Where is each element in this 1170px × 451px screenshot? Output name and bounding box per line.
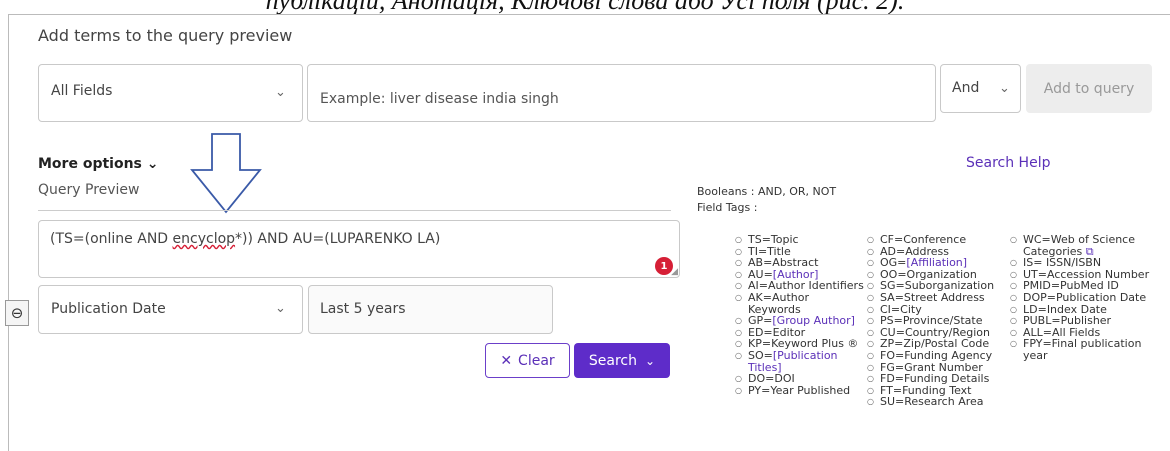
page-title: Add terms to the query preview [38, 26, 293, 45]
search-input[interactable]: Example: liver disease india singh [307, 64, 936, 122]
search-button[interactable]: Search ⌄ [574, 343, 670, 378]
booleans-info: Booleans : AND, OR, NOT Field Tags : [697, 184, 836, 216]
field-tag-text: FPY=Final publication year [1023, 337, 1142, 362]
filter-value-select[interactable]: Last 5 years [308, 285, 553, 334]
operator-select-value: And [952, 80, 980, 96]
search-help-link[interactable]: Search Help [966, 155, 1050, 171]
add-to-query-button[interactable]: Add to query [1026, 64, 1152, 113]
query-preview-textarea[interactable]: (TS=(online AND encyclop*)) AND AU=(LUPA… [38, 220, 680, 278]
field-tags-column-3: WC=Web of Science Categories ⧉IS= ISSN/I… [1010, 234, 1162, 362]
search-input-placeholder: Example: liver disease india singh [320, 91, 559, 107]
chevron-down-icon: ⌄ [146, 156, 159, 172]
down-arrow-icon [190, 133, 262, 214]
chevron-down-icon: ⌄ [999, 81, 1010, 96]
field-tag-item: AK=Author Keywords [735, 292, 865, 315]
more-options-toggle[interactable]: More options ⌄ [38, 156, 158, 172]
field-tag-item: SU=Research Area [867, 396, 1007, 408]
divider [38, 210, 671, 211]
query-preview-label: Query Preview [38, 182, 140, 198]
query-part-3: *)) AND AU=(LUPARENKO LA) [235, 231, 441, 247]
filter-field-value: Publication Date [51, 301, 166, 317]
field-tags-column-1: TS=TopicTI=TitleAB=AbstractAU=[Author]AI… [735, 234, 865, 396]
field-tag-text: WC=Web of Science Categories [1023, 233, 1135, 258]
clear-button[interactable]: ✕ Clear [485, 343, 570, 378]
field-tags-column-2: CF=ConferenceAD=AddressOG=[Affiliation]O… [867, 234, 1007, 408]
remove-row-button[interactable]: ⊖ [5, 300, 29, 326]
booleans-text: Booleans : AND, OR, NOT [697, 185, 837, 198]
more-options-label: More options [38, 156, 142, 172]
query-text: (TS=(online AND encyclop*)) AND AU=(LUPA… [50, 231, 440, 247]
query-part-1: (TS=(online AND [50, 231, 173, 247]
field-tag-text: AK=Author Keywords [748, 290, 809, 316]
query-part-misspelled: encyclop [172, 231, 236, 247]
chevron-down-icon: ⌄ [275, 85, 286, 100]
close-icon: ✕ [500, 352, 513, 369]
chevron-down-icon: ⌄ [645, 353, 656, 368]
filter-value: Last 5 years [320, 301, 406, 317]
minus-circle-icon: ⊖ [10, 304, 24, 322]
field-select[interactable]: All Fields ⌄ [38, 64, 303, 122]
field-tag-text: SU=Research Area [880, 395, 984, 409]
operator-select[interactable]: And ⌄ [940, 64, 1021, 113]
search-label: Search [588, 352, 638, 369]
field-tags-label: Field Tags : [697, 201, 758, 214]
field-tag-item: PY=Year Published [735, 383, 865, 397]
field-select-value: All Fields [51, 83, 113, 99]
clear-label: Clear [518, 352, 555, 369]
error-badge: 1 [655, 257, 673, 275]
field-tag-item: FPY=Final publication year [1010, 338, 1162, 361]
chevron-down-icon: ⌄ [275, 301, 286, 316]
field-tag-item: WC=Web of Science Categories ⧉ [1010, 234, 1162, 257]
field-tag-text: PY=Year Published [748, 383, 851, 397]
field-tag-item[interactable]: SO=[Publication Titles] [735, 350, 865, 373]
filter-field-select[interactable]: Publication Date ⌄ [38, 285, 303, 334]
